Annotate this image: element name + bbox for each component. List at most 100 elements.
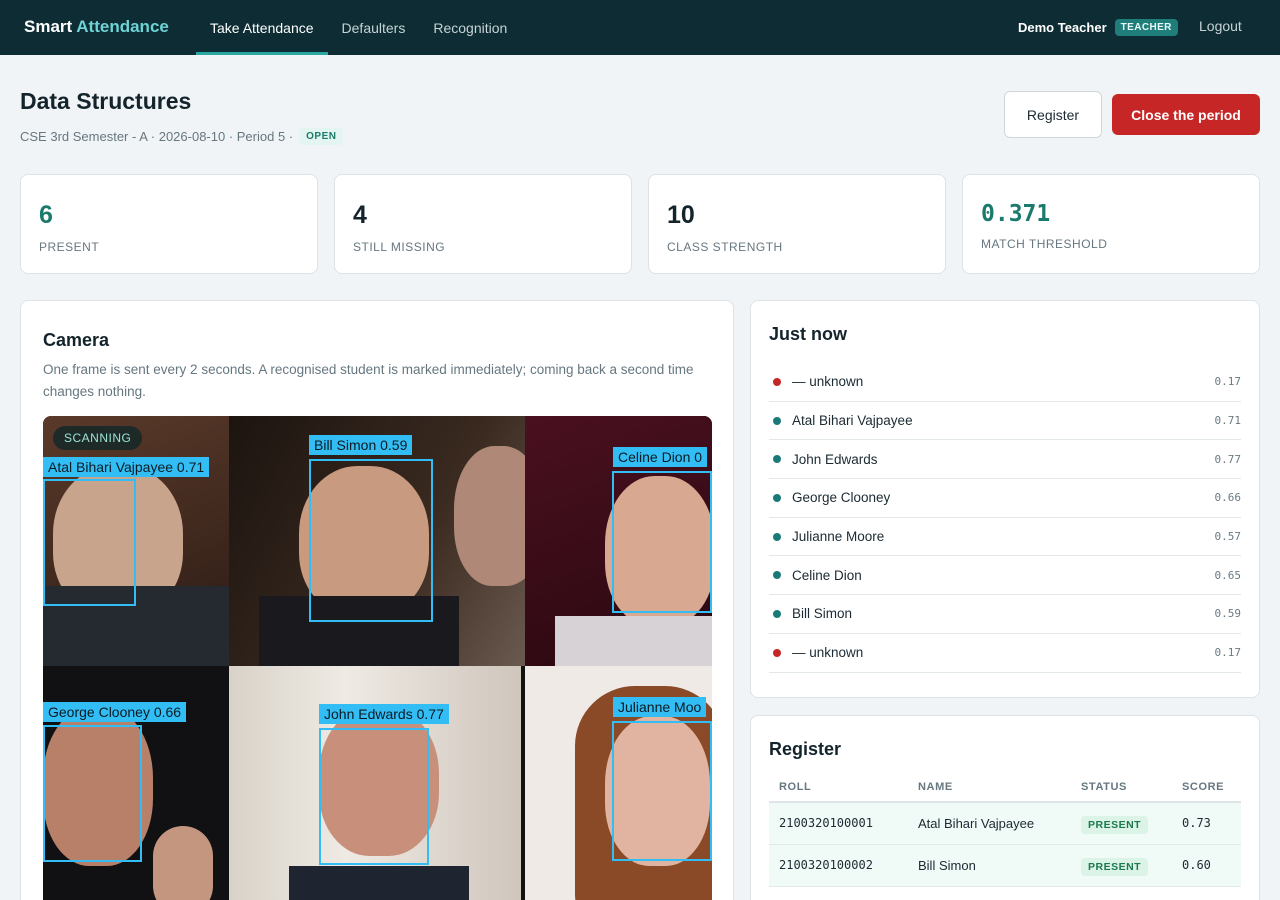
table-header-row: ROLL NAME STATUS SCORE: [769, 772, 1241, 803]
status-dot: [773, 532, 781, 541]
list-item: Atal Bihari Vajpayee 0.71: [769, 402, 1241, 441]
scanning-badge: SCANNING: [53, 426, 143, 450]
match-score: 0.17: [1214, 646, 1242, 660]
register-card: Register ROLL NAME STATUS SCORE 21003201…: [750, 715, 1260, 900]
match-score: 0.65: [1214, 568, 1242, 582]
column-header-score: SCORE: [1172, 772, 1241, 803]
detection-box: [612, 721, 712, 861]
stat-card-present: 6 PRESENT: [20, 174, 318, 274]
list-item: Celine Dion 0.65: [769, 556, 1242, 596]
stat-value: 4: [353, 201, 367, 229]
session-meta: CSE 3rd Semester - A · 2026-08-10 · Peri…: [20, 128, 344, 145]
stat-label: MATCH THRESHOLD: [981, 237, 1108, 251]
status-badge: PRESENT: [1081, 815, 1149, 834]
camera-description: One frame is sent every 2 seconds. A rec…: [43, 362, 694, 399]
stat-label: PRESENT: [39, 240, 100, 254]
status-badge: OPEN: [299, 128, 344, 145]
status-dot: [773, 455, 781, 464]
match-score: 0.57: [1214, 530, 1242, 544]
nav-recognition[interactable]: Recognition: [419, 0, 521, 55]
table-row[interactable]: 2100320100001 Atal Bihari Vajpayee PRESE…: [769, 802, 1241, 845]
logout-link[interactable]: Logout: [1199, 18, 1242, 34]
detection-label: Bill Simon 0.59: [309, 435, 413, 455]
recognized-name: George Clooney: [792, 490, 891, 506]
detection-box: [43, 725, 142, 862]
recent-list: — unknown 0.17 Atal Bihari Vajpayee 0.71 J…: [769, 363, 1241, 673]
brand-logo[interactable]: Smart Attendance: [24, 17, 169, 37]
nav-defaulters[interactable]: Defaulters: [328, 0, 420, 55]
stat-value: 6: [39, 201, 53, 229]
status-dot: [773, 571, 781, 580]
register-title: Register: [769, 739, 842, 759]
list-item: George Clooney 0.66: [769, 479, 1241, 518]
recent-recognitions-card: Just now — unknown 0.17 Atal Bihari Vajpa…: [750, 300, 1260, 698]
detection-box: [612, 471, 712, 613]
detection-box: [319, 728, 429, 865]
cell-roll: 2100320100001: [769, 802, 908, 845]
recent-title: Just now: [769, 324, 848, 344]
cell-name: Bill Simon: [908, 844, 1071, 887]
brand-main-text: Smart: [24, 17, 73, 36]
detection-label: John Edwards 0.77: [319, 704, 449, 724]
cell-score: 0.60: [1172, 844, 1241, 887]
recognized-name: Bill Simon: [792, 606, 853, 622]
camera-title: Camera: [43, 330, 110, 350]
detection-label: Celine Dion 0: [613, 447, 708, 467]
cell-name: Atal Bihari Vajpayee: [908, 802, 1071, 845]
recognized-name: John Edwards: [792, 451, 878, 467]
stat-value: 0.371: [981, 201, 1051, 227]
match-score: 0.71: [1214, 414, 1242, 428]
session-meta-text: CSE 3rd Semester - A · 2026-08-10 · Peri…: [20, 129, 294, 144]
stat-value: 10: [667, 201, 695, 229]
recognized-name: Atal Bihari Vajpayee: [792, 413, 913, 429]
camera-card: Camera One frame is sent every 2 seconds…: [20, 300, 734, 900]
detection-label: George Clooney 0.66: [43, 702, 187, 722]
page-title: Data Structures: [20, 88, 192, 114]
stat-card-missing: 4 STILL MISSING: [334, 174, 632, 274]
match-score: 0.66: [1214, 491, 1242, 505]
table-row[interactable]: 2100320100002 Bill Simon PRESENT 0.60: [769, 844, 1241, 887]
close-period-button[interactable]: Close the period: [1112, 94, 1260, 135]
register-table: ROLL NAME STATUS SCORE 2100320100001 Ata…: [769, 772, 1241, 887]
top-navbar: Smart Attendance Take Attendance Default…: [0, 0, 1280, 55]
cell-status: PRESENT: [1071, 802, 1172, 845]
status-dot: [773, 377, 781, 386]
status-dot: [773, 416, 781, 425]
stat-card-threshold: 0.371 MATCH THRESHOLD: [962, 174, 1260, 274]
cell-status: PRESENT: [1071, 844, 1172, 887]
match-score: 0.17: [1214, 375, 1242, 389]
camera-feed[interactable]: SCANNING Atal Bihari Vajpayee 0.71 Bill …: [43, 416, 712, 900]
recognized-name: Julianne Moore: [792, 529, 885, 545]
column-header-name: NAME: [908, 772, 1071, 803]
detection-label: Julianne Moo: [613, 697, 707, 717]
status-dot: [773, 609, 781, 618]
recognized-name: — unknown: [792, 374, 864, 390]
recognized-name: — unknown: [792, 645, 864, 661]
cell-score: 0.73: [1172, 802, 1241, 845]
recognized-name: Celine Dion: [792, 567, 862, 583]
column-header-status: STATUS: [1071, 772, 1172, 803]
role-badge: TEACHER: [1114, 19, 1178, 36]
list-item: Julianne Moore 0.57: [769, 518, 1241, 557]
stat-label: CLASS STRENGTH: [667, 240, 783, 254]
list-item: John Edwards 0.77: [769, 440, 1242, 480]
list-item: Bill Simon 0.59: [769, 595, 1241, 634]
cell-roll: 2100320100002: [769, 844, 908, 887]
status-dot: [773, 648, 781, 657]
user-name: Demo Teacher: [1018, 20, 1107, 35]
match-score: 0.77: [1214, 452, 1242, 466]
stat-card-strength: 10 CLASS STRENGTH: [648, 174, 946, 274]
register-button[interactable]: Register: [1004, 91, 1102, 138]
status-badge: PRESENT: [1081, 857, 1149, 876]
status-dot: [773, 493, 781, 502]
column-header-roll: ROLL: [769, 772, 908, 803]
main-nav: Take Attendance Defaulters Recognition: [196, 0, 521, 55]
brand-accent-text: Attendance: [76, 17, 169, 36]
stat-label: STILL MISSING: [353, 240, 446, 254]
list-item: — unknown 0.17: [769, 363, 1241, 402]
detection-box: [309, 459, 433, 622]
nav-take-attendance[interactable]: Take Attendance: [196, 0, 328, 55]
user-info: Demo Teacher TEACHER: [1018, 19, 1178, 36]
match-score: 0.59: [1214, 607, 1242, 621]
detection-label: Atal Bihari Vajpayee 0.71: [43, 457, 210, 477]
